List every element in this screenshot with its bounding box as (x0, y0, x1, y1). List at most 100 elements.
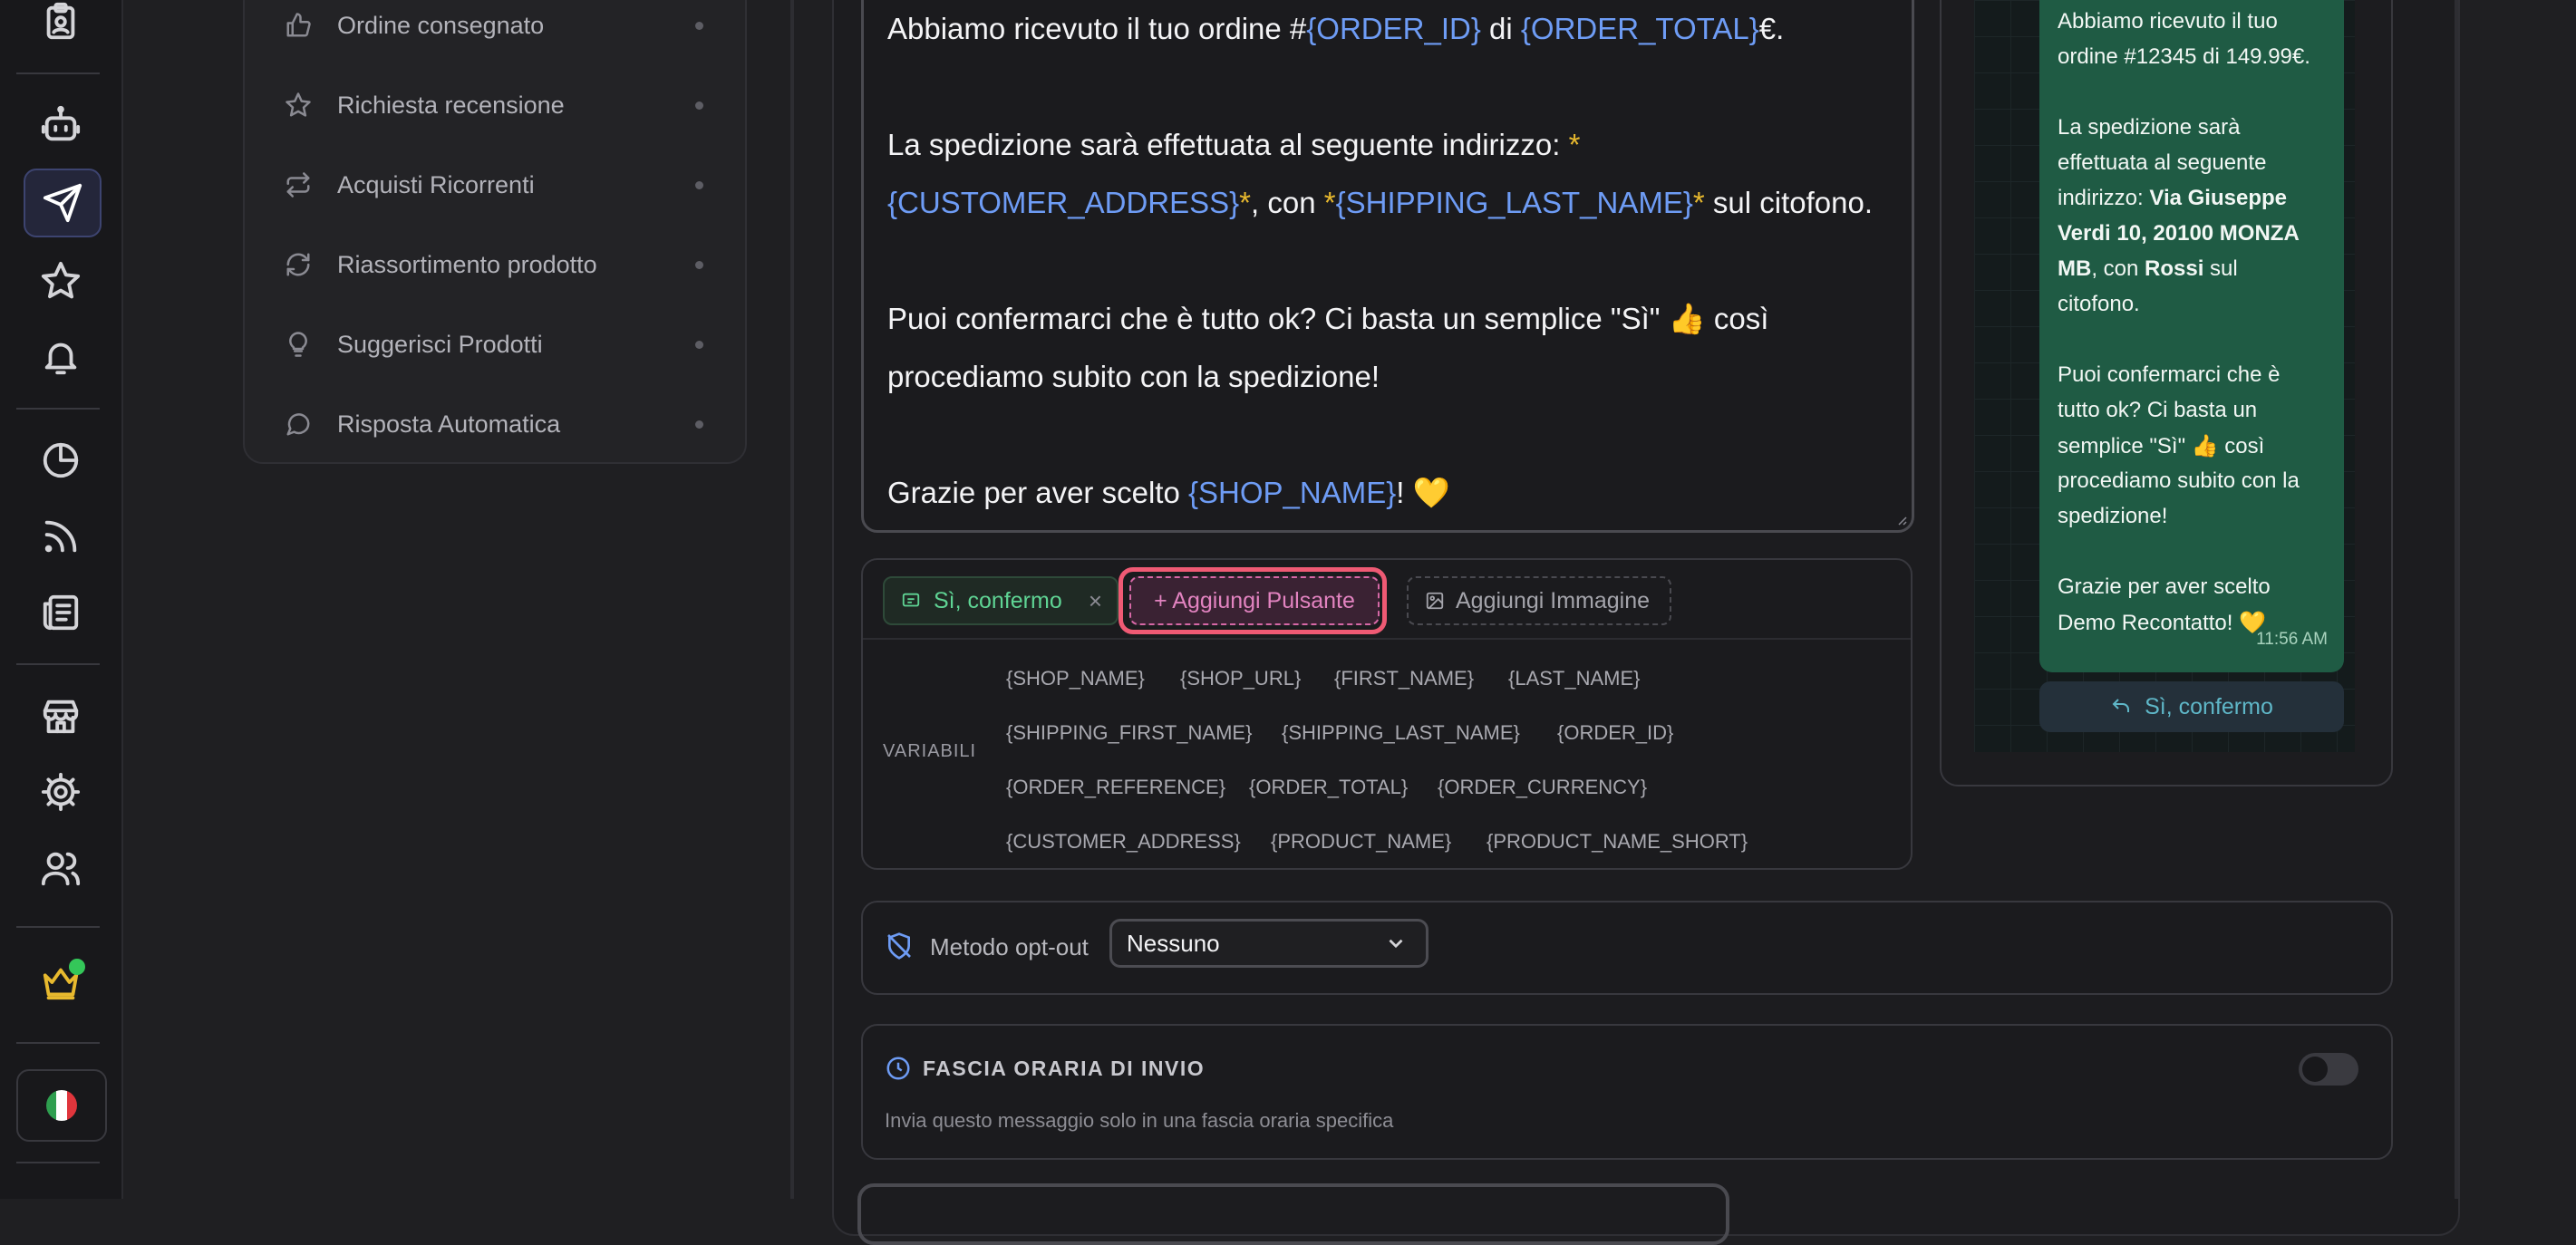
nav-item-label: Risposta Automatica (337, 410, 561, 438)
shield-off-icon (885, 931, 914, 960)
lightbulb-icon (289, 332, 307, 357)
star-icon (286, 92, 311, 117)
rss-icon[interactable] (24, 504, 98, 569)
reply-button-chip[interactable]: Sì, confermo × (883, 576, 1119, 625)
status-dot (695, 420, 703, 429)
status-dot (695, 340, 703, 349)
bubble-line: La spedizione sarà (2058, 115, 2241, 140)
bubble-line: citofono. (2058, 292, 2140, 316)
column-divider (2455, 0, 2458, 1199)
optout-selected-value: Nessuno (1127, 929, 1220, 957)
variable-tag[interactable]: {FIRST_NAME} (1334, 667, 1474, 690)
message-line: procediamo subito con la spedizione! (887, 360, 1380, 393)
bubble-line: tutto ok? Ci basta un (2058, 398, 2258, 422)
bubble-line: procediamo subito con la (2058, 468, 2300, 493)
nav-item-label: Acquisti Ricorrenti (337, 170, 535, 198)
store-icon[interactable] (24, 683, 98, 748)
variable-tag[interactable]: {PRODUCT_NAME} (1271, 830, 1451, 854)
newspaper-icon[interactable] (24, 580, 98, 645)
bubble-line: semplice "Sì" 👍 così (2058, 434, 2265, 458)
optout-select[interactable]: Nessuno (1109, 919, 1428, 968)
nav-item-label: Riassortimento prodotto (337, 250, 597, 278)
chevron-down-icon (1389, 939, 1403, 949)
optout-label: Metodo opt-out (930, 933, 1089, 960)
nav-item-richiesta-recensione[interactable]: Richiesta recensione (272, 78, 716, 132)
status-dot (695, 180, 703, 189)
column-divider (790, 0, 794, 1199)
settings-gear-icon[interactable] (24, 759, 98, 825)
add-image-label: Aggiungi Immagine (1456, 587, 1651, 613)
nav-item-label: Ordine consegnato (337, 11, 545, 39)
repeat-icon (286, 172, 310, 198)
refresh-icon (286, 253, 310, 276)
bubble-line: spedizione! (2058, 504, 2168, 528)
send-icon[interactable] (24, 169, 102, 237)
message-line: Abbiamo ricevuto il tuo ordine #{ORDER_I… (887, 12, 1785, 45)
variable-tag[interactable]: {SHOP_NAME} (1006, 667, 1145, 690)
variable-tag[interactable]: {SHIPPING_FIRST_NAME} (1006, 721, 1252, 745)
variables-label: VARIABILI (883, 741, 977, 761)
clipboard-icon[interactable] (24, 0, 98, 54)
bubble-line: Puoi confermarci che è (2058, 362, 2281, 387)
reply-chip-label: Sì, confermo (934, 587, 1062, 613)
message-line: Puoi confermarci che è tutto ok? Ci bast… (887, 302, 1769, 335)
message-textarea[interactable]: Abbiamo ricevuto il tuo ordine #{ORDER_I… (861, 0, 1914, 533)
variable-tag[interactable]: {LAST_NAME} (1508, 667, 1641, 690)
message-bubble: Abbiamo ricevuto il tuo ordine #12345 di… (2039, 0, 2344, 672)
buttons-and-variables-box: Sì, confermo × + Aggiungi Pulsante Aggiu… (861, 558, 1913, 870)
add-image-button[interactable]: Aggiungi Immagine (1407, 576, 1671, 625)
nav-item-riassortimento-prodotto[interactable]: Riassortimento prodotto (272, 237, 716, 292)
next-section (857, 1183, 1729, 1245)
chat-bubble-icon (902, 593, 920, 607)
crown-icon[interactable] (24, 950, 98, 1015)
image-icon (1426, 592, 1444, 610)
variable-tag[interactable]: {ORDER_TOTAL} (1249, 776, 1408, 799)
bubble-line: ordine #12345 di 149.99€. (2058, 44, 2310, 69)
pie-chart-icon[interactable] (24, 428, 98, 493)
status-dot (695, 21, 703, 30)
resize-handle-icon[interactable] (1893, 512, 1908, 526)
preview-reply-label: Sì, confermo (2145, 693, 2273, 719)
reply-arrow-icon (2112, 699, 2130, 712)
bubble-line: Verdi 10, 20100 MONZA (2058, 221, 2300, 246)
users-icon[interactable] (24, 835, 98, 901)
nav-item-label: Suggerisci Prodotti (337, 330, 543, 358)
variable-tag[interactable]: {ORDER_CURRENCY} (1438, 776, 1647, 799)
status-dot (69, 959, 85, 975)
variable-tag[interactable]: {ORDER_ID} (1557, 721, 1673, 745)
variable-tag[interactable]: {PRODUCT_NAME_SHORT} (1487, 830, 1748, 854)
add-button-button[interactable]: + Aggiungi Pulsante (1129, 576, 1380, 625)
robot-icon[interactable] (24, 92, 98, 158)
remove-chip-button[interactable]: × (1089, 587, 1102, 615)
variable-tag[interactable]: {SHOP_URL} (1180, 667, 1301, 690)
bubble-line: Demo Recontatto! 💛 (2058, 611, 2266, 635)
nav-item-ordine-consegnato[interactable]: Ordine consegnato (272, 0, 716, 53)
status-dot (695, 101, 703, 110)
bubble-line: Grazie per aver scelto (2058, 574, 2271, 599)
send-window-title: FASCIA ORARIA DI INVIO (923, 1057, 1206, 1080)
message-line: Grazie per aver scelto {SHOP_NAME}! 💛 (887, 476, 1450, 509)
bubble-line: indirizzo: Via Giuseppe (2058, 186, 2287, 210)
star-icon[interactable] (24, 248, 98, 314)
nav-item-label: Richiesta recensione (337, 91, 565, 119)
variable-tag[interactable]: {SHIPPING_LAST_NAME} (1282, 721, 1520, 745)
preview-reply-button[interactable]: Sì, confermo (2039, 681, 2344, 732)
thumbs-up-icon (286, 13, 311, 37)
language-button[interactable] (16, 1069, 107, 1142)
bubble-line: effettuata al seguente (2058, 150, 2267, 175)
nav-item-acquisti-ricorrenti[interactable]: Acquisti Ricorrenti (272, 158, 716, 212)
bell-icon[interactable] (24, 324, 98, 390)
italy-flag-icon (46, 1090, 77, 1121)
status-dot (695, 260, 703, 269)
clock-icon (885, 1055, 912, 1086)
bubble-line: Abbiamo ricevuto il tuo (2058, 9, 2278, 34)
message-line: {CUSTOMER_ADDRESS}*, con *{SHIPPING_LAST… (887, 186, 1874, 219)
nav-item-risposta-automatica[interactable]: Risposta Automatica (272, 397, 716, 451)
variable-tag[interactable]: {ORDER_REFERENCE} (1006, 776, 1225, 799)
automation-nav: Ordine consegnato Richiesta recensione A… (243, 0, 747, 464)
nav-item-suggerisci-prodotti[interactable]: Suggerisci Prodotti (272, 317, 716, 372)
variable-tag[interactable]: {CUSTOMER_ADDRESS} (1006, 830, 1241, 854)
send-window-toggle[interactable] (2299, 1053, 2358, 1086)
send-window-description: Invia questo messaggio solo in una fasci… (885, 1109, 1394, 1132)
optout-section: Metodo opt-out Nessuno (861, 901, 2393, 995)
